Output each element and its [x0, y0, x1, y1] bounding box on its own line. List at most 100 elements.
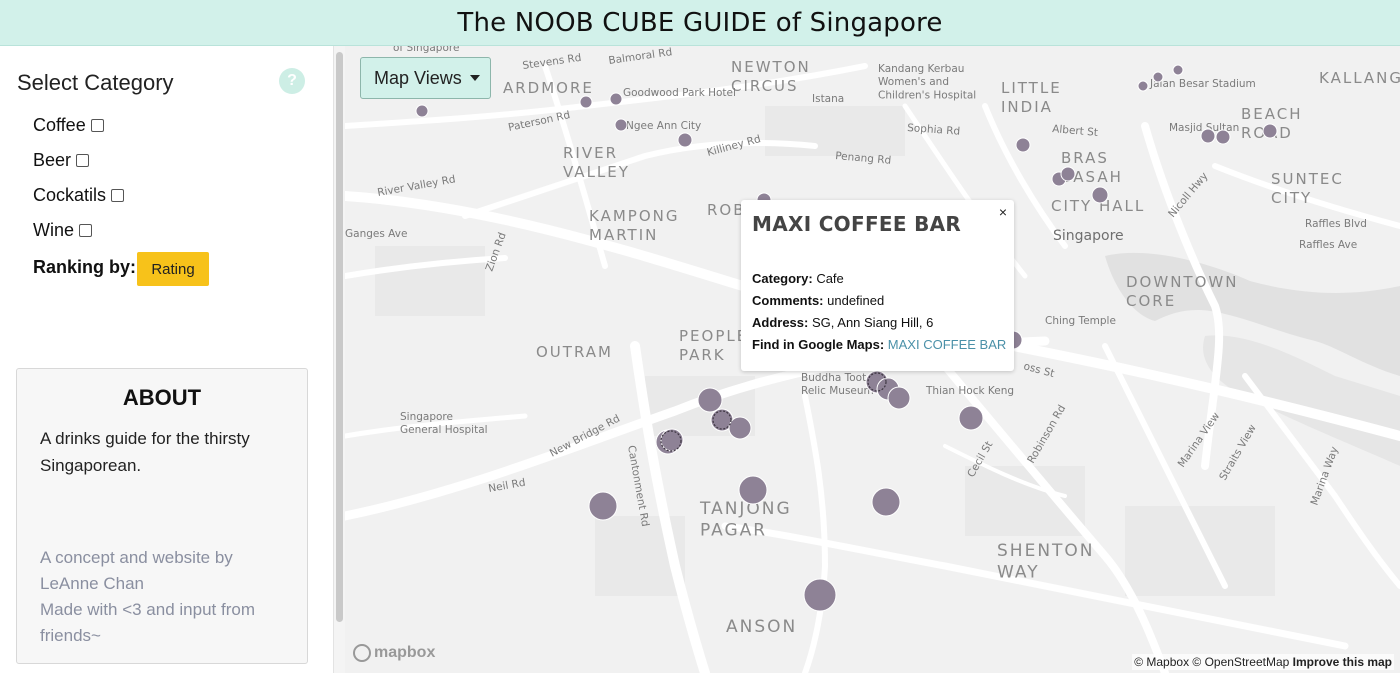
- category-label: Wine: [33, 220, 75, 240]
- venue-marker[interactable]: [1152, 71, 1164, 83]
- map-label: OUTRAM: [536, 343, 613, 361]
- category-label: Coffee: [33, 115, 86, 135]
- venue-marker[interactable]: [677, 132, 693, 148]
- map-label: Buddha Toot Relic Museum: [801, 372, 874, 397]
- about-text: A drinks guide for the thirsty Singapore…: [40, 429, 250, 475]
- map-label: oss St: [1022, 360, 1056, 380]
- help-icon[interactable]: ?: [279, 68, 305, 94]
- coffee-checkbox[interactable]: [90, 119, 104, 132]
- venue-marker[interactable]: [588, 491, 618, 521]
- beer-checkbox[interactable]: [76, 154, 90, 167]
- venue-marker[interactable]: [1200, 128, 1216, 144]
- map-label: Robinson Rd: [1025, 403, 1068, 466]
- map-label: SHENTON WAY: [997, 541, 1095, 582]
- map-label: Zion Rd: [484, 231, 509, 273]
- map-label: Goodwood Park Hotel: [623, 87, 736, 99]
- map-label: Cantonment Rd: [625, 444, 651, 527]
- map-label: Singapore General Hospital: [400, 411, 488, 436]
- map-label: Jalan Besar Stadium: [1149, 78, 1256, 90]
- popup-body: Category: Cafe Comments: undefined Addre…: [752, 268, 1006, 356]
- header: The NOOB CUBE GUIDE of Singapore: [0, 0, 1400, 46]
- rating-button[interactable]: Rating: [137, 252, 209, 286]
- venue-marker[interactable]: [728, 416, 752, 440]
- cocktails-checkbox[interactable]: [111, 189, 125, 202]
- select-category-title: Select Category: [17, 70, 174, 95]
- venue-marker[interactable]: [803, 578, 837, 612]
- map-label: PEOPLE PARK: [679, 327, 748, 364]
- map-label: KAMPONG MARTIN: [589, 207, 679, 244]
- map-label: ANSON: [726, 617, 797, 637]
- map-label: ROB: [707, 201, 746, 219]
- venue-marker[interactable]: [887, 386, 911, 410]
- venue-marker[interactable]: [1137, 80, 1149, 92]
- popup-maps: Find in Google Maps: MAXI COFFEE BAR: [752, 337, 1007, 352]
- venue-marker[interactable]: [609, 92, 623, 106]
- category-label: Cockatils: [33, 185, 107, 205]
- popup-comments: Comments: undefined: [752, 293, 885, 308]
- map-label: LITTLE INDIA: [1001, 79, 1062, 116]
- venue-marker[interactable]: [1015, 137, 1031, 153]
- mapbox-logo[interactable]: mapbox: [353, 644, 435, 662]
- venue-marker[interactable]: [415, 104, 429, 118]
- map-label: Marina View: [1176, 410, 1223, 470]
- map-label: KALLANG: [1319, 69, 1400, 87]
- category-cocktails[interactable]: Cockatils: [33, 185, 125, 206]
- map-label: ARDMORE: [503, 79, 594, 97]
- mapbox-icon: [353, 644, 371, 662]
- sidebar-scrollbar[interactable]: [333, 46, 345, 673]
- map-label: SUNTEC CITY: [1271, 170, 1344, 207]
- popup-title: MAXI COFFEE BAR: [752, 212, 962, 236]
- venue-marker[interactable]: [738, 475, 768, 505]
- google-maps-link[interactable]: MAXI COFFEE BAR: [888, 337, 1006, 352]
- scrollbar-thumb[interactable]: [336, 52, 343, 622]
- chevron-down-icon: [469, 75, 480, 81]
- venue-marker[interactable]: [1262, 123, 1278, 139]
- close-icon[interactable]: ×: [999, 204, 1007, 220]
- credit-line: Made with <3 and input from friends~: [40, 600, 255, 645]
- map-label: RIVER VALLEY: [563, 144, 630, 181]
- map-label: Sophia Rd: [907, 122, 961, 138]
- improve-map-link[interactable]: Improve this map: [1293, 655, 1392, 669]
- map-label: Nicoll Hwy: [1166, 170, 1210, 220]
- map-label: Kandang Kerbau Women's and Children's Hosp…: [878, 63, 976, 101]
- venue-marker[interactable]: [958, 405, 984, 431]
- map-label: River Valley Rd: [376, 173, 456, 199]
- venue-marker[interactable]: [579, 95, 593, 109]
- venue-marker[interactable]: [1215, 129, 1231, 145]
- attribution-text[interactable]: © Mapbox © OpenStreetMap: [1134, 655, 1289, 669]
- map-label: Stevens Rd: [522, 52, 582, 72]
- venue-marker[interactable]: [1060, 166, 1076, 182]
- wine-checkbox[interactable]: [79, 224, 93, 237]
- map-label: Raffles Blvd: [1305, 218, 1367, 230]
- map-label: Thian Hock Keng: [925, 385, 1014, 397]
- map-label: Singapore: [1053, 228, 1124, 244]
- page-title: The NOOB CUBE GUIDE of Singapore: [457, 7, 943, 38]
- category-wine[interactable]: Wine: [33, 220, 93, 241]
- popup-address: Address: SG, Ann Siang Hill, 6: [752, 315, 934, 330]
- map-label: Straits View: [1217, 422, 1259, 482]
- credit-line: A concept and website by LeAnne Chan: [40, 548, 233, 593]
- category-coffee[interactable]: Coffee: [33, 115, 104, 136]
- venue-marker[interactable]: [871, 487, 901, 517]
- about-credit: A concept and website by LeAnne Chan Mad…: [40, 545, 290, 649]
- map-label: Ching Temple: [1045, 315, 1116, 327]
- map-label: of Singapore: [393, 46, 459, 54]
- ranking-label: Ranking by:: [33, 257, 137, 277]
- category-beer[interactable]: Beer: [33, 150, 90, 171]
- map-views-label: Map Views: [374, 67, 462, 88]
- map-views-dropdown[interactable]: Map Views: [360, 57, 491, 99]
- map-label: Istana: [812, 93, 844, 105]
- map-label: Ngee Ann City: [626, 120, 701, 132]
- venue-marker[interactable]: [697, 387, 723, 413]
- map-label: Raffles Ave: [1299, 239, 1357, 251]
- popup-category: Category: Cafe: [752, 271, 844, 286]
- map-label: Ganges Ave: [345, 228, 407, 240]
- mapbox-logo-text: mapbox: [374, 644, 436, 661]
- venue-marker[interactable]: [1091, 186, 1109, 204]
- map-label: Balmoral Rd: [608, 46, 673, 67]
- map-label: Killiney Rd: [706, 133, 762, 159]
- venue-marker[interactable]: [614, 118, 628, 132]
- venue-marker[interactable]: [1172, 64, 1184, 76]
- venue-popup: × MAXI COFFEE BAR Category: Cafe Comment…: [741, 200, 1014, 371]
- about-title: ABOUT: [122, 385, 202, 410]
